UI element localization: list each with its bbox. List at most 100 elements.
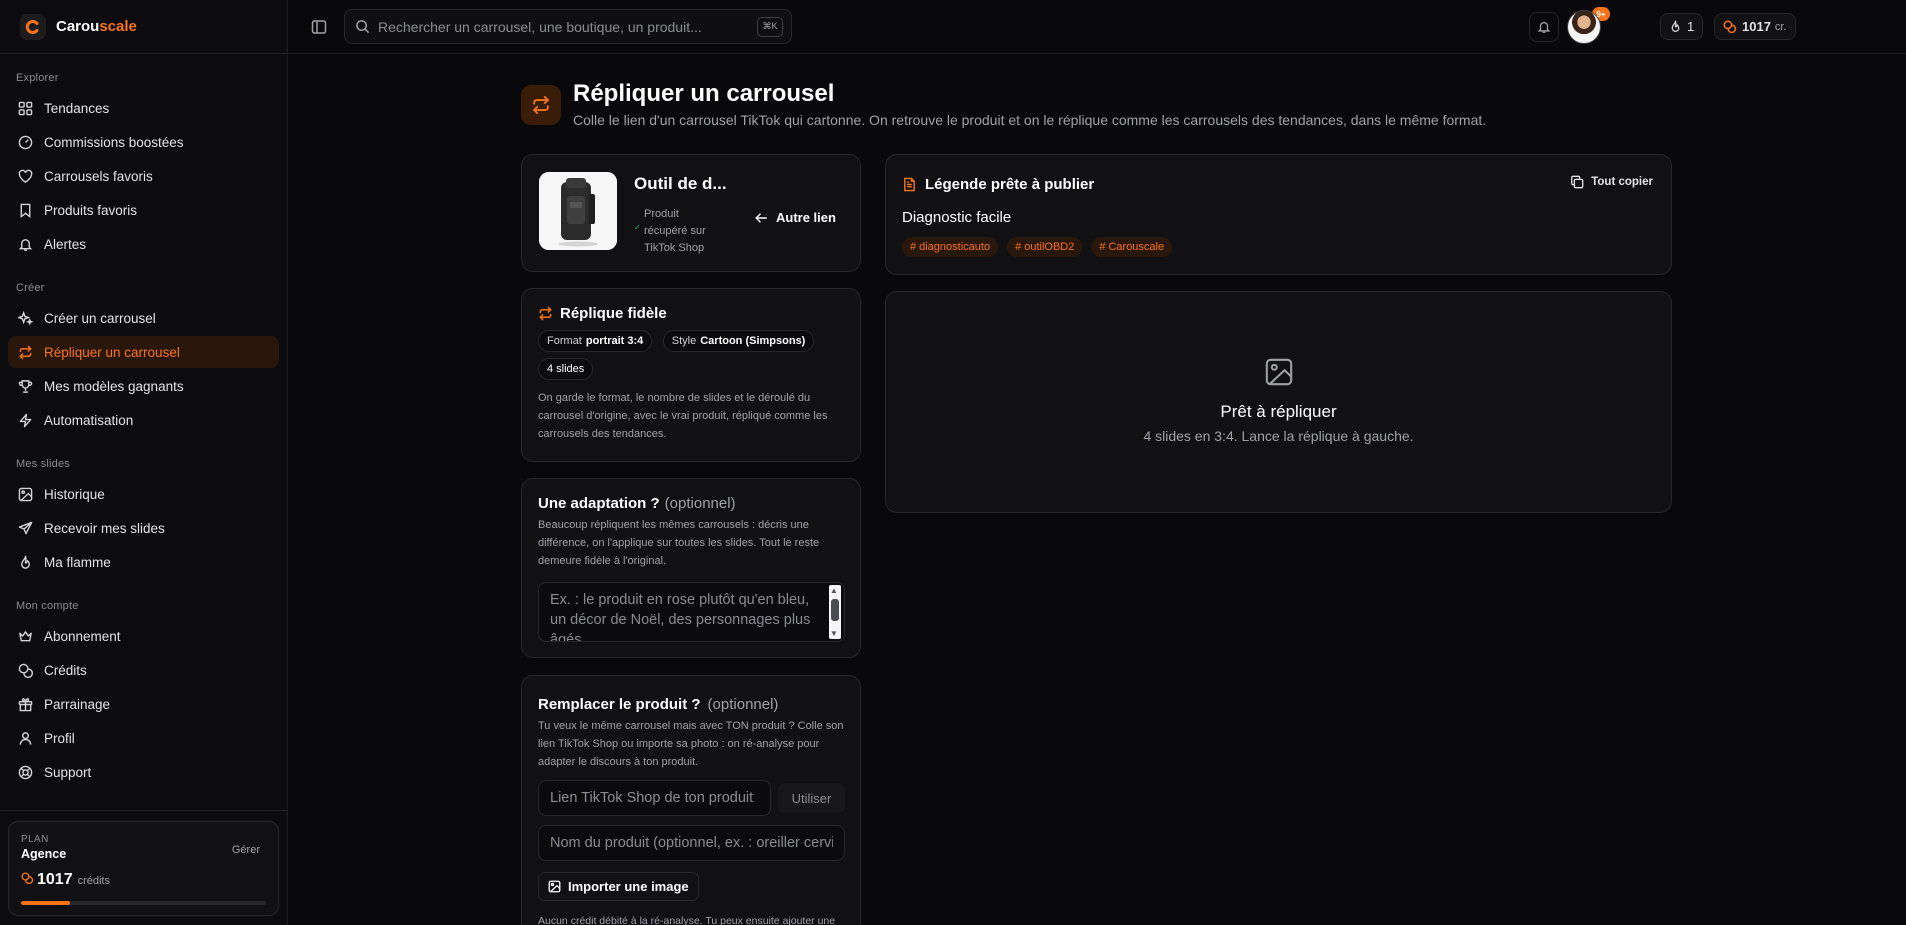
- slides-chip: 4 slides: [538, 358, 594, 380]
- scrollbar-thumb[interactable]: [831, 599, 839, 621]
- caption-card: Légende prête à publier Tout copier Diag…: [885, 154, 1672, 275]
- hashtag[interactable]: # diagnosticauto: [902, 237, 999, 257]
- search-bar[interactable]: ⌘K: [344, 9, 792, 44]
- caption-title-text: Légende prête à publier: [925, 176, 1095, 193]
- preview-card: Prêt à répliquer 4 slides en 3:4. Lance …: [885, 291, 1672, 513]
- adaptation-textarea[interactable]: [539, 583, 844, 641]
- chip-label: Format: [547, 335, 582, 347]
- credits-value: 1017: [1742, 19, 1771, 34]
- sidebar-item-label: Créer un carrousel: [44, 310, 156, 326]
- adaptation-title-text: Une adaptation ?: [538, 495, 660, 512]
- sidebar-item-parrainage[interactable]: Parrainage: [8, 688, 279, 720]
- repeat-icon: [538, 306, 553, 321]
- page-subtitle: Colle le lien d'un carrousel TikTok qui …: [573, 112, 1487, 128]
- sidebar-item-label: Profil: [44, 730, 75, 746]
- sidebar-item-credits[interactable]: Crédits: [8, 654, 279, 686]
- replica-title-text: Réplique fidèle: [560, 305, 667, 322]
- sidebar-item-automatisation[interactable]: Automatisation: [8, 404, 279, 436]
- product-image: [539, 172, 617, 250]
- flame-count: 1: [1687, 19, 1695, 34]
- empty-state: Prêt à répliquer 4 slides en 3:4. Lance …: [886, 357, 1671, 444]
- obd-tool-image: [539, 172, 617, 250]
- product-link-input[interactable]: [539, 790, 770, 806]
- nav-section-title: Créer: [16, 282, 45, 294]
- sidebar-item-carrousels-favoris[interactable]: Carrousels favoris: [8, 160, 279, 192]
- sidebar-item-creer-carrousel[interactable]: Créer un carrousel: [8, 302, 279, 334]
- search-input[interactable]: [378, 18, 757, 35]
- scroll-down-icon: ▼: [830, 629, 838, 638]
- sidebar-item-produits-favoris[interactable]: Produits favoris: [8, 194, 279, 226]
- heart-icon: [16, 167, 34, 185]
- sidebar-item-abonnement[interactable]: Abonnement: [8, 620, 279, 652]
- style-chip: Style Cartoon (Simpsons): [662, 330, 815, 352]
- sidebar-item-label: Alertes: [44, 236, 87, 252]
- format-chip: Format portrait 3:4: [538, 330, 653, 352]
- brand[interactable]: Carouscale: [0, 0, 287, 54]
- sidebar-item-label: Crédits: [44, 662, 87, 678]
- product-status-line: récupéré sur: [644, 225, 706, 237]
- notifications-button[interactable]: [1529, 12, 1559, 42]
- caption-title: Légende prête à publier: [902, 176, 1094, 193]
- sidebar-item-alertes[interactable]: Alertes: [8, 228, 279, 260]
- hashtag[interactable]: # Carouscale: [1091, 237, 1173, 257]
- sidebar-item-label: Automatisation: [44, 412, 134, 428]
- sidebar-toggle-button[interactable]: [308, 16, 330, 38]
- sidebar-item-support[interactable]: Support: [8, 756, 279, 788]
- sidebar-item-label: Répliquer un carrousel: [44, 344, 180, 360]
- copy-icon: [1570, 175, 1584, 189]
- caption-text: Diagnostic facile: [902, 209, 1012, 226]
- gift-icon: [16, 695, 34, 713]
- panel-left-icon: [311, 20, 327, 34]
- flame-streak-pill[interactable]: 1: [1660, 13, 1704, 40]
- credits-pill[interactable]: 1017 cr.: [1714, 13, 1796, 40]
- sidebar-item-repliquer-carrousel[interactable]: Répliquer un carrousel: [8, 336, 279, 368]
- other-link-label: Autre lien: [776, 210, 836, 225]
- adaptation-title: Une adaptation ? (optionnel): [538, 495, 844, 512]
- hashtag-label: Carouscale: [1108, 241, 1165, 253]
- arrow-left-icon: [754, 211, 768, 225]
- scroll-up-icon: ▲: [830, 586, 838, 595]
- scrollbar[interactable]: ▲ ▼: [829, 585, 841, 639]
- nav-section-title: Explorer: [16, 72, 59, 84]
- plan-credits-unit: crédits: [77, 875, 110, 887]
- hashtag-list: # diagnosticauto # outilOBD2 # Carouscale: [902, 237, 1181, 257]
- sidebar-item-commissions[interactable]: Commissions boostées: [8, 126, 279, 158]
- adaptation-card: Une adaptation ? (optionnel) Beaucoup ré…: [521, 478, 861, 658]
- optional-label: (optionnel): [664, 495, 736, 512]
- sidebar-item-recevoir-slides[interactable]: Recevoir mes slides: [8, 512, 279, 544]
- sidebar-item-modeles-gagnants[interactable]: Mes modèles gagnants: [8, 370, 279, 402]
- plan-label: PLAN: [21, 834, 49, 845]
- search-icon: [355, 19, 370, 34]
- hashtag-label: diagnosticauto: [919, 241, 991, 253]
- sidebar-item-label: Produits favoris: [44, 202, 138, 218]
- send-icon: [16, 519, 34, 537]
- sidebar-item-label: Abonnement: [44, 628, 121, 644]
- grid-icon: [16, 99, 34, 117]
- product-card: Outil de d... ✓ Produit récupéré sur Tik…: [521, 154, 861, 272]
- flame-icon: [16, 553, 34, 571]
- sparkles-icon: [16, 309, 34, 327]
- sidebar-item-ma-flamme[interactable]: Ma flamme: [8, 546, 279, 578]
- product-status: Produit récupéré sur TikTok Shop: [644, 206, 724, 257]
- copy-all-button[interactable]: Tout copier: [1570, 175, 1653, 189]
- bell-icon: [1537, 21, 1551, 33]
- plan-manage-button[interactable]: Gérer: [232, 844, 260, 856]
- use-button[interactable]: Utiliser: [778, 783, 845, 813]
- plan-credits-value: 1017: [37, 871, 73, 888]
- replace-description: Tu veux le même carrousel mais avec TON …: [538, 720, 844, 768]
- sidebar-item-profil[interactable]: Profil: [8, 722, 279, 754]
- divider: [0, 810, 288, 811]
- product-status-line: Produit: [644, 208, 679, 220]
- hashtag[interactable]: # outilOBD2: [1007, 237, 1083, 257]
- sidebar-item-historique[interactable]: Historique: [8, 478, 279, 510]
- avatar[interactable]: [1567, 10, 1601, 44]
- sidebar-item-label: Tendances: [44, 100, 110, 116]
- user-icon: [16, 729, 34, 747]
- product-name-input[interactable]: [539, 835, 844, 851]
- other-link-button[interactable]: Autre lien: [754, 210, 836, 225]
- import-image-button[interactable]: Importer une image: [538, 872, 699, 901]
- sidebar-item-tendances[interactable]: Tendances: [8, 92, 279, 124]
- replica-chips-row2: 4 slides: [538, 358, 844, 380]
- credits-progress-fill: [21, 901, 70, 905]
- zap-icon: [16, 411, 34, 429]
